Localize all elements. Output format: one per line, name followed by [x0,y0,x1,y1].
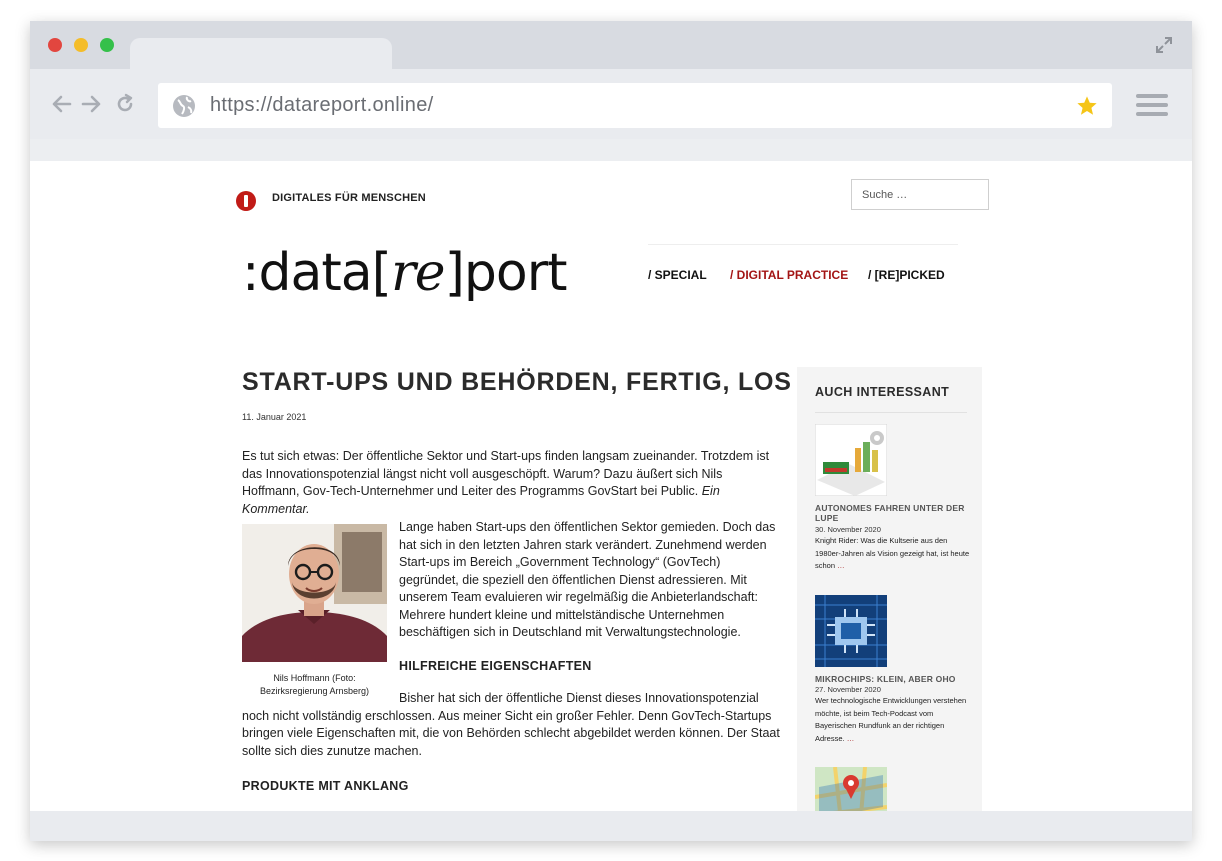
article-intro: Es tut sich etwas: Der öffentliche Sekto… [242,448,782,518]
close-window-button[interactable] [48,38,62,52]
back-arrow-icon[interactable] [50,93,72,115]
bookmark-star-icon[interactable] [1076,95,1098,117]
section-heading-eigenschaften: HILFREICHE EIGENSCHAFTEN [399,659,592,673]
site-logo[interactable]: :data[re]port [242,247,567,299]
nav-divider [648,244,958,245]
nav-digital-practice[interactable]: / DIGITAL PRACTICE [730,268,848,282]
minimize-window-button[interactable] [74,38,88,52]
logo-re: re [390,243,446,303]
logo-prefix: :data[ [242,243,392,303]
maximize-window-button[interactable] [100,38,114,52]
globe-icon [173,95,195,117]
hamburger-menu-icon[interactable] [1136,94,1168,120]
post-title-autonomes-fahren[interactable]: AUTONOMES FAHREN UNTER DER LUPE [815,503,965,523]
site-tagline[interactable]: DIGITALES FÜR MENSCHEN [272,192,426,204]
author-photo [242,524,387,662]
toolbar-divider [30,139,1192,161]
section-heading-produkte: PRODUKTE MIT ANKLANG [242,779,409,793]
sidebar-title: AUCH INTERESSANT [815,385,950,399]
article-title: START-UPS UND BEHÖRDEN, FERTIG, LOS [242,368,792,396]
page-viewport: DIGITALES FÜR MENSCHEN :data[re]port / S… [30,161,1192,811]
post-excerpt-mikrochips: Wer technologische Entwicklungen versteh… [815,695,970,745]
excerpt-text: Wer technologische Entwicklungen versteh… [815,696,967,743]
post-excerpt-autonomes-fahren: Knight Rider: Was die Kultserie aus den … [815,535,970,573]
logo-suffix: ]port [444,243,568,303]
article-paragraph-2: Bisher hat sich der öffentliche Dienst d… [242,691,780,758]
browser-tab[interactable] [130,38,392,69]
post-date-mikrochips: 27. November 2020 [815,685,881,694]
forward-arrow-icon[interactable] [81,93,103,115]
post-thumbnail-autonomes-fahren[interactable] [815,424,887,496]
reload-icon[interactable] [114,93,136,115]
post-date-autonomes-fahren: 30. November 2020 [815,525,881,534]
search-input[interactable] [851,179,989,210]
read-more-link[interactable]: … [837,561,845,570]
url-text[interactable]: https://datareport.online/ [210,94,434,117]
post-thumbnail-mikrochips[interactable] [815,595,887,667]
address-bar[interactable]: https://datareport.online/ [158,83,1112,128]
post-thumbnail-map[interactable] [815,767,887,811]
article-date: 11. Januar 2021 [242,412,307,422]
intro-text: Es tut sich etwas: Der öffentliche Sekto… [242,449,770,498]
expand-icon[interactable] [1154,35,1174,55]
article-paragraph-1: Lange haben Start-ups den öffentlichen S… [399,520,776,639]
nav-special[interactable]: / SPECIAL [648,268,707,282]
read-more-link[interactable]: … [847,734,855,743]
browser-window: https://datareport.online/ DIGITALES FÜR… [30,21,1192,841]
site-badge-icon[interactable] [236,191,256,211]
sidebar: AUCH INTERESSANT AUTONOMES FAHREN UNTER … [797,367,982,811]
tab-bar [30,21,1192,69]
nav-repicked[interactable]: / [RE]PICKED [868,268,945,282]
browser-toolbar: https://datareport.online/ [30,69,1192,139]
post-title-mikrochips[interactable]: MIKROCHIPS: KLEIN, ABER OHO [815,674,965,684]
browser-bottom-bar [30,811,1192,841]
sidebar-divider [815,412,967,413]
